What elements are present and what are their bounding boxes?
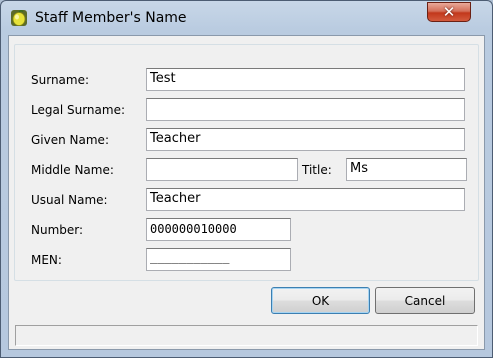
legal-surname-label: Legal Surname:	[31, 103, 125, 117]
men-field[interactable]: ___________	[146, 248, 291, 271]
given-name-label: Given Name:	[31, 133, 109, 147]
status-bar	[15, 325, 478, 346]
dialog-body: Surname: Test Legal Surname: Given Name:…	[8, 35, 485, 350]
legal-surname-field[interactable]	[146, 98, 465, 121]
title-field[interactable]: Ms	[346, 158, 467, 181]
number-field[interactable]: 000000010000	[146, 218, 291, 241]
ok-button[interactable]: OK	[271, 287, 370, 314]
cancel-button[interactable]: Cancel	[375, 287, 475, 314]
usual-name-field[interactable]: Teacher	[146, 188, 465, 211]
given-name-field[interactable]: Teacher	[146, 128, 465, 151]
surname-field[interactable]: Test	[146, 68, 465, 91]
close-button[interactable]: ✕	[427, 2, 471, 22]
middle-name-field[interactable]	[146, 158, 298, 181]
name-group-box: Surname: Test Legal Surname: Given Name:…	[14, 44, 479, 281]
usual-name-label: Usual Name:	[31, 193, 108, 207]
lemon-app-icon	[11, 10, 27, 26]
title-bar[interactable]: Staff Member's Name ✕	[1, 1, 492, 35]
number-label: Number:	[31, 223, 84, 237]
middle-name-label: Middle Name:	[31, 163, 114, 177]
close-icon: ✕	[442, 3, 456, 21]
title-label: Title:	[302, 163, 332, 177]
dialog-window: Staff Member's Name ✕ Surname: Test Lega…	[0, 0, 493, 358]
men-label: MEN:	[31, 253, 62, 267]
surname-label: Surname:	[31, 73, 90, 87]
window-title: Staff Member's Name	[35, 10, 187, 26]
